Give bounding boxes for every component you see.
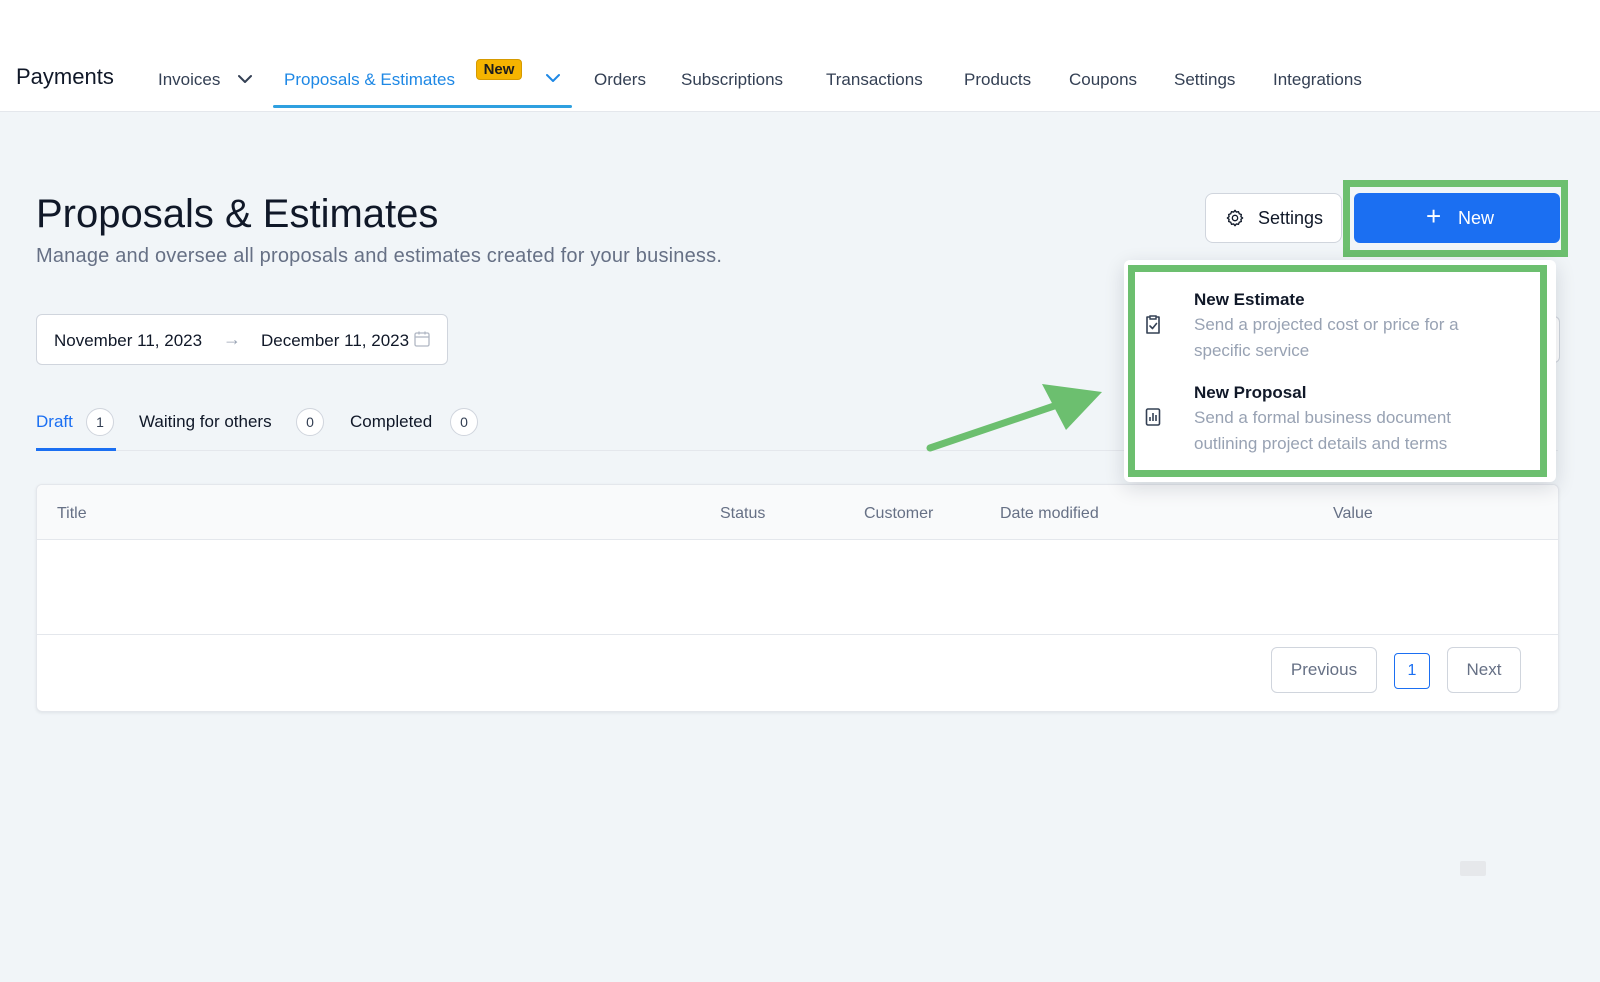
tab-draft[interactable]: Draft bbox=[36, 412, 73, 432]
tab-count-waiting: 0 bbox=[296, 408, 324, 436]
new-button-highlight bbox=[1343, 180, 1568, 257]
nav-item-products[interactable]: Products bbox=[964, 70, 1031, 90]
nav-item-integrations[interactable]: Integrations bbox=[1273, 70, 1362, 90]
page-number-button[interactable]: 1 bbox=[1394, 653, 1430, 689]
arrow-right-icon: → bbox=[223, 329, 241, 349]
tab-count-completed: 0 bbox=[450, 408, 478, 436]
floating-chip bbox=[1460, 861, 1486, 876]
chevron-down-icon[interactable] bbox=[238, 74, 252, 84]
table-footer-divider bbox=[37, 634, 1558, 635]
column-header-customer[interactable]: Customer bbox=[864, 505, 933, 523]
start-date-input[interactable]: November 11, 2023 bbox=[54, 331, 206, 351]
settings-button[interactable]: Settings bbox=[1205, 193, 1342, 243]
brand-title: Payments bbox=[16, 64, 114, 89]
gear-icon bbox=[1226, 209, 1244, 227]
annotation-arrow-icon bbox=[926, 384, 1102, 452]
top-navigation: Payments Invoices Proposals & Estimates … bbox=[0, 0, 1600, 112]
active-nav-indicator bbox=[273, 105, 572, 108]
end-date-input[interactable]: December 11, 2023 bbox=[261, 331, 410, 351]
new-menu-highlight bbox=[1128, 265, 1547, 477]
nav-item-invoices[interactable]: Invoices bbox=[158, 70, 220, 90]
previous-page-button[interactable]: Previous bbox=[1271, 647, 1377, 693]
chevron-down-icon[interactable] bbox=[546, 73, 560, 83]
settings-button-label: Settings bbox=[1258, 208, 1324, 228]
table-header: Title Status Customer Date modified Valu… bbox=[37, 485, 1558, 540]
column-header-title[interactable]: Title bbox=[57, 505, 87, 523]
column-header-status[interactable]: Status bbox=[720, 505, 765, 523]
nav-item-settings[interactable]: Settings bbox=[1174, 70, 1235, 90]
nav-item-subscriptions[interactable]: Subscriptions bbox=[681, 70, 783, 90]
new-badge: New bbox=[476, 59, 522, 80]
page-subtitle: Manage and oversee all proposals and est… bbox=[36, 245, 723, 267]
nav-item-orders[interactable]: Orders bbox=[594, 70, 646, 90]
active-tab-indicator bbox=[36, 448, 116, 451]
tab-count-draft: 1 bbox=[86, 408, 114, 436]
tab-waiting-for-others[interactable]: Waiting for others bbox=[139, 412, 272, 432]
nav-item-transactions[interactable]: Transactions bbox=[826, 70, 923, 90]
column-header-value[interactable]: Value bbox=[1333, 505, 1373, 523]
column-header-date-modified[interactable]: Date modified bbox=[1000, 505, 1099, 523]
nav-item-proposals-estimates[interactable]: Proposals & Estimates bbox=[284, 70, 455, 90]
proposals-table: Title Status Customer Date modified Valu… bbox=[36, 484, 1559, 712]
next-page-button[interactable]: Next bbox=[1447, 647, 1521, 693]
date-range-picker[interactable]: November 11, 2023 → December 11, 2023 bbox=[36, 314, 448, 365]
nav-item-coupons[interactable]: Coupons bbox=[1069, 70, 1137, 90]
page-title: Proposals & Estimates bbox=[36, 192, 439, 236]
tab-completed[interactable]: Completed bbox=[350, 412, 432, 432]
calendar-icon[interactable] bbox=[413, 330, 431, 348]
